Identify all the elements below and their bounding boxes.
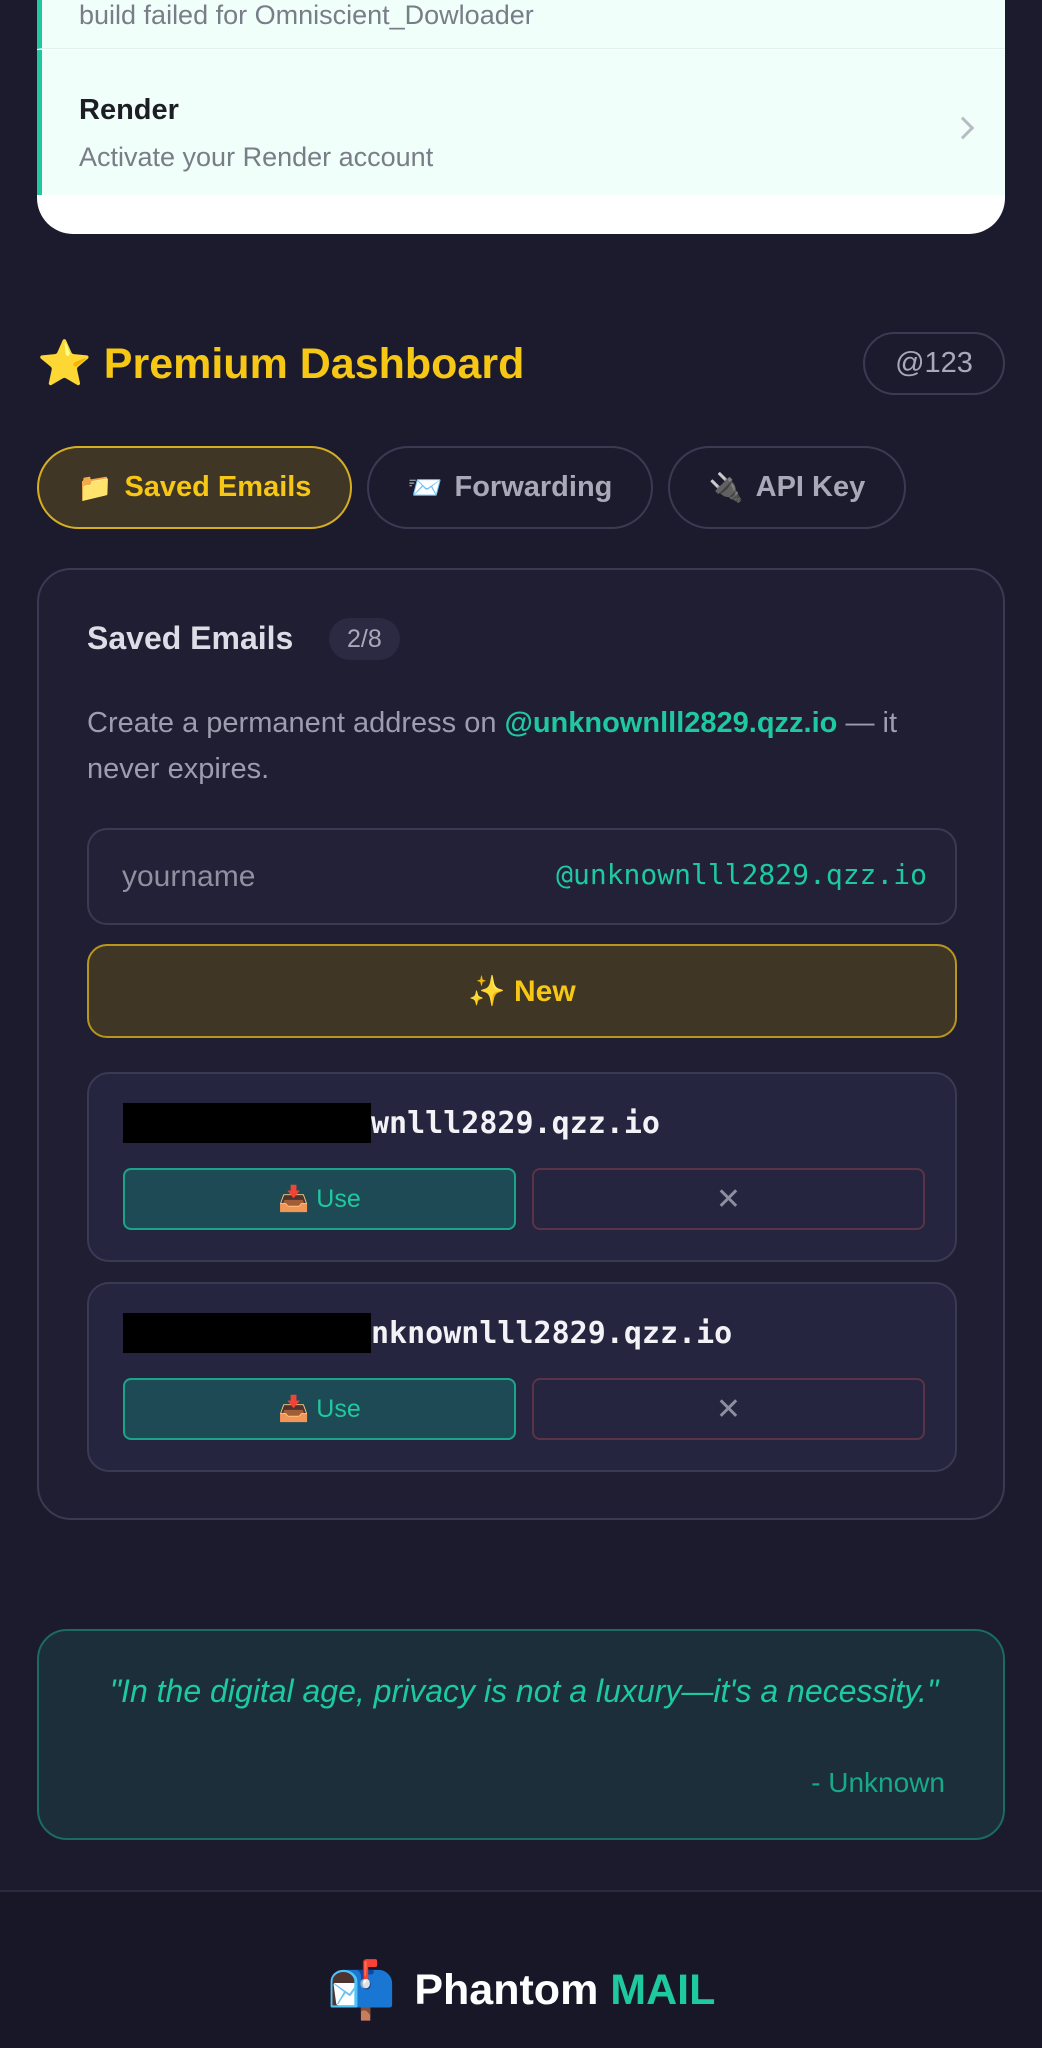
domain-suffix: @unknownlll2829.qzz.io [556, 858, 927, 891]
name-input-field: @unknownlll2829.qzz.io [87, 828, 957, 925]
saved-email-card: wnlll2829.qzz.io 📥 Use ✕ [87, 1072, 957, 1262]
dashboard-title: ⭐ Premium Dashboard [37, 334, 524, 394]
star-icon: ⭐ [37, 339, 92, 388]
folder-icon: 📁 [77, 472, 113, 503]
panel-title: Saved Emails [87, 620, 294, 656]
name-input[interactable] [122, 848, 482, 906]
plug-icon: 🔌 [708, 472, 744, 503]
tab-api-key[interactable]: 🔌 API Key [668, 446, 906, 529]
description-domain: @unknownlll2829.qzz.io [504, 707, 838, 739]
saved-email-address: wnlll2829.qzz.io [123, 1102, 923, 1144]
page: build failed for Omniscient_Dowloader Re… [0, 0, 1042, 2048]
new-address-button[interactable]: ✨ New [87, 944, 957, 1038]
use-email-button[interactable]: 📥 Use [123, 1378, 516, 1440]
use-email-button[interactable]: 📥 Use [123, 1168, 516, 1230]
panel-description: Create a permanent address on @unknownll… [87, 700, 967, 792]
saved-emails-panel: Saved Emails 2/8 Create a permanent addr… [37, 568, 1005, 1520]
brand-logo[interactable]: 📬 Phantom MAIL [0, 1962, 1042, 2018]
saved-email-card: nknownlll2829.qzz.io 📥 Use ✕ [87, 1282, 957, 1472]
description-prefix: Create a permanent address on [87, 707, 497, 739]
email-visible-part: nknownlll2829.qzz.io [371, 1315, 733, 1351]
brand-main: Phantom [414, 1965, 599, 2014]
tab-label: API Key [755, 471, 866, 503]
dashboard-title-text: Premium Dashboard [103, 339, 525, 388]
tab-label: Saved Emails [124, 471, 312, 503]
quote-author: - Unknown [811, 1767, 945, 1798]
tab-saved-emails[interactable]: 📁 Saved Emails [37, 446, 352, 529]
tab-label: Forwarding [454, 471, 613, 503]
footer: 📬 Phantom MAIL [0, 1892, 1042, 2048]
notification-title: Render [79, 94, 179, 126]
redacted-block [123, 1313, 371, 1353]
tab-forwarding[interactable]: 📨 Forwarding [367, 446, 653, 529]
notification-subtitle: build failed for Omniscient_Dowloader [79, 0, 534, 30]
brand-name: Phantom MAIL [414, 1966, 715, 2015]
mailbox-icon: 📬 [326, 1958, 397, 2021]
quote-box: "In the digital age, privacy is not a lu… [37, 1629, 1005, 1840]
notification-item-render[interactable]: Render Activate your Render account [37, 50, 1005, 195]
chevron-right-icon [951, 116, 975, 140]
incoming-envelope-icon: 📨 [407, 472, 443, 503]
email-visible-part: wnlll2829.qzz.io [371, 1105, 660, 1141]
user-badge: @123 [863, 332, 1005, 395]
delete-email-button[interactable]: ✕ [532, 1378, 925, 1440]
notification-subtitle: Activate your Render account [79, 142, 434, 172]
saved-email-address: nknownlll2829.qzz.io [123, 1312, 923, 1354]
notifications-card: build failed for Omniscient_Dowloader Re… [37, 0, 1005, 234]
saved-count-badge: 2/8 [329, 618, 400, 660]
brand-accent: MAIL [610, 1965, 716, 2014]
redacted-block [123, 1103, 371, 1143]
delete-email-button[interactable]: ✕ [532, 1168, 925, 1230]
quote-text: "In the digital age, privacy is not a lu… [109, 1673, 939, 1709]
notification-item[interactable]: build failed for Omniscient_Dowloader [37, 0, 1005, 49]
